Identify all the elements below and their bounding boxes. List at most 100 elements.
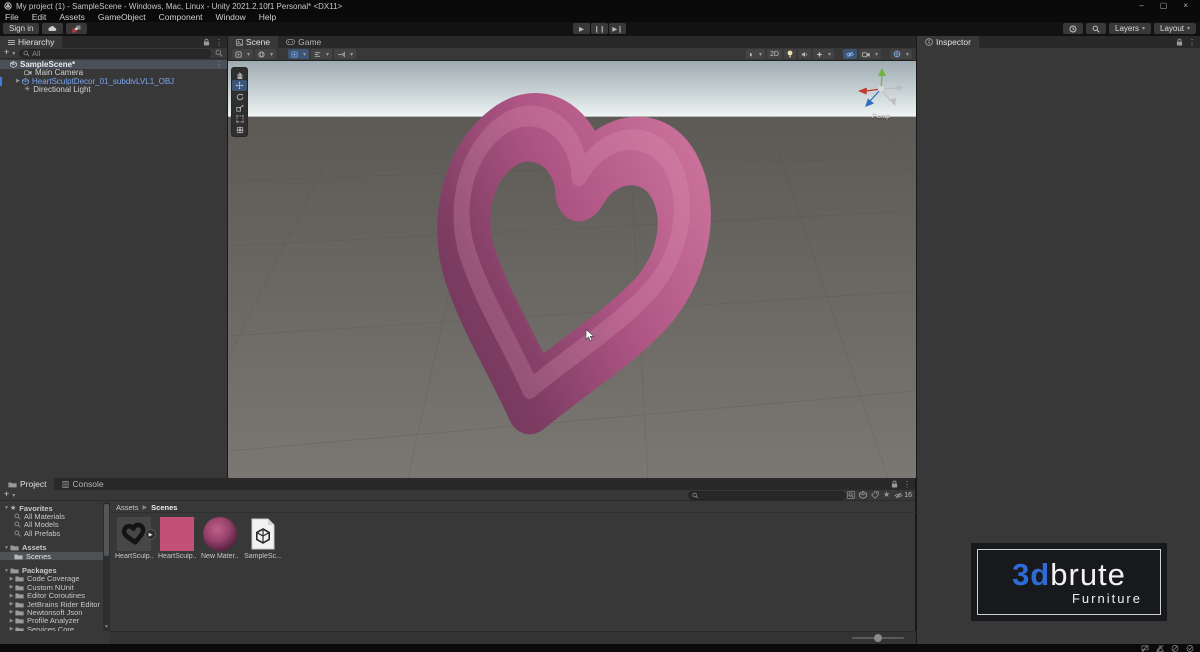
file-new-material[interactable]: New Mater... [201,517,239,560]
menu-help[interactable]: Help [259,12,276,22]
hidden-packages-toggle[interactable]: 16 [894,492,912,499]
tab-scene[interactable]: Scene [228,36,278,48]
tab-game[interactable]: Game [278,36,329,48]
preview-play-badge[interactable]: ▶ [145,529,156,540]
handle-rotation-dropdown[interactable]: ▾ [255,49,276,59]
gizmos-dropdown[interactable]: ▾ [890,49,912,59]
tab-console[interactable]: Console [54,478,111,490]
chevron-right-icon[interactable]: ▶ [8,618,15,624]
lock-icon[interactable] [891,480,898,488]
add-asset-button[interactable]: +▾ [4,490,15,501]
camera-settings-dropdown[interactable]: ▾ [859,49,881,59]
cloud-button[interactable] [42,23,63,34]
tab-inspector[interactable]: Inspector [917,36,979,48]
rect-tool[interactable] [232,113,247,124]
persp-label[interactable]: Persp [860,113,902,120]
chevron-down-icon[interactable]: ▼ [3,545,10,551]
search-in-icon[interactable] [847,491,855,499]
lock-icon[interactable] [1176,38,1183,46]
grid-snapping-dropdown[interactable]: ▾ [288,49,309,59]
project-search[interactable] [688,491,846,500]
menu-component[interactable]: Component [159,12,203,22]
gizmo-axis-neg[interactable] [890,98,897,106]
scrollbar-thumb[interactable] [104,504,109,556]
kebab-menu-icon[interactable]: ⋮ [1188,38,1196,47]
play-button[interactable]: ▶ [573,23,590,34]
chevron-down-icon[interactable]: ▼ [3,568,10,574]
chevron-right-icon[interactable]: ▶ [8,609,15,615]
close-button[interactable]: × [1183,1,1188,11]
audio-toggle[interactable] [798,49,811,59]
gizmo-center[interactable] [878,86,884,92]
favorites-star-icon[interactable]: ★ [883,491,890,499]
file-sample-scene[interactable]: SampleSc... [244,517,282,560]
chevron-right-icon[interactable]: ▶ [8,626,15,631]
sidebar-item-all-prefabs[interactable]: All Prefabs [0,529,103,537]
project-search-input[interactable] [701,491,842,500]
kebab-menu-icon[interactable]: ⋮ [215,60,227,69]
layers-dropdown[interactable]: Layers▾ [1109,23,1151,34]
sidebar-item-package[interactable]: ▶Services Core [0,625,103,631]
chevron-right-icon[interactable]: ▶ [8,593,15,599]
chevron-right-icon[interactable]: ▶ [14,78,22,84]
console-error-muted-icon[interactable] [1171,645,1179,652]
hierarchy-item-heart-model[interactable]: ▶ HeartSculptDecor_01_subdivLVL1_OBJ [0,77,227,86]
snap-move-dropdown[interactable]: ▾ [334,49,356,59]
heart-model[interactable] [228,61,916,478]
kebab-menu-icon[interactable]: ⋮ [903,480,911,489]
tool-settings-dropdown[interactable]: ▾ [232,49,253,59]
undo-history-button[interactable] [1063,23,1083,34]
gizmo-axis-neg[interactable] [897,85,904,91]
snap-increment-dropdown[interactable]: ▾ [311,49,332,59]
scrollbar-down-arrow[interactable]: ▼ [103,624,110,630]
slider-knob[interactable] [874,634,882,642]
step-button[interactable]: ▶❙ [609,23,626,34]
lock-icon[interactable] [203,38,210,46]
menu-assets[interactable]: Assets [59,12,85,22]
chevron-right-icon[interactable]: ▶ [8,584,15,590]
scene-picker-icon[interactable] [215,49,223,57]
sign-in-button[interactable]: Sign in [3,23,39,34]
scale-tool[interactable] [232,102,247,113]
version-control-button[interactable] [66,23,87,34]
scene-visibility-toggle[interactable] [843,49,857,59]
transform-tool[interactable] [232,124,247,135]
hierarchy-item-scene[interactable]: ▼ SampleScene* ⋮ [0,60,227,69]
menu-gameobject[interactable]: GameObject [98,12,146,22]
pause-button[interactable]: ❙❙ [591,23,608,34]
layout-dropdown[interactable]: Layout▾ [1154,23,1196,34]
sidebar-item-assets[interactable]: ▼ Assets [0,544,103,552]
sidebar-item-scenes[interactable]: Scenes [0,552,103,560]
thumbnail-size-slider[interactable] [852,637,904,639]
rotate-tool[interactable] [232,91,247,102]
tab-hierarchy[interactable]: Hierarchy [0,36,62,48]
file-heart-model[interactable]: ▶ HeartSculp... [115,517,153,560]
breadcrumb-scenes[interactable]: Scenes [151,503,177,512]
hierarchy-search[interactable] [19,49,211,58]
move-tool[interactable] [232,80,247,91]
activity-check-icon[interactable] [1186,645,1194,652]
search-button[interactable] [1086,23,1106,34]
chevron-right-icon[interactable]: ▶ [8,576,15,582]
hierarchy-item-main-camera[interactable]: Main Camera [0,69,227,78]
hierarchy-item-directional-light[interactable]: ☀ Directional Light [0,86,227,95]
2d-toggle[interactable]: 2D [767,49,782,59]
search-type-icon[interactable] [859,491,867,499]
file-heart-texture[interactable]: HeartSculp... [158,517,196,560]
gizmo-x-axis[interactable] [858,88,867,95]
gizmo-z-axis[interactable] [865,99,874,108]
lighting-toggle[interactable] [784,49,796,59]
kebab-menu-icon[interactable]: ⋮ [215,38,223,47]
effects-dropdown[interactable]: ▾ [813,49,834,59]
hand-tool[interactable] [232,69,247,80]
chevron-right-icon[interactable]: ▶ [8,601,15,607]
sidebar-scrollbar[interactable]: ▼ [103,502,110,631]
menu-window[interactable]: Window [216,12,246,22]
add-object-button[interactable]: +▾ [4,48,15,59]
render-mode-dropdown[interactable]: ◐ ▾ [746,49,765,59]
gizmo-y-axis[interactable] [878,68,886,76]
minimize-button[interactable]: – [1139,1,1143,11]
console-warning-muted-icon[interactable] [1156,645,1164,652]
breadcrumb-assets[interactable]: Assets [116,503,139,512]
menu-edit[interactable]: Edit [32,12,47,22]
